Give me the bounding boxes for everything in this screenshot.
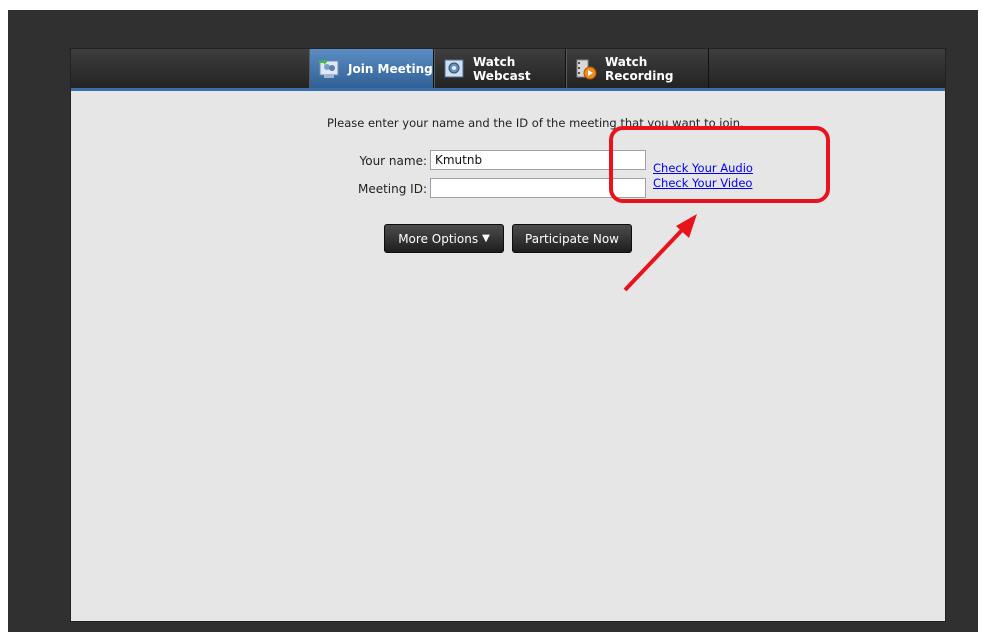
annotation-arrow-shaft xyxy=(623,226,686,292)
annotation-layer xyxy=(609,126,830,292)
annotation-highlight-box xyxy=(609,126,830,203)
